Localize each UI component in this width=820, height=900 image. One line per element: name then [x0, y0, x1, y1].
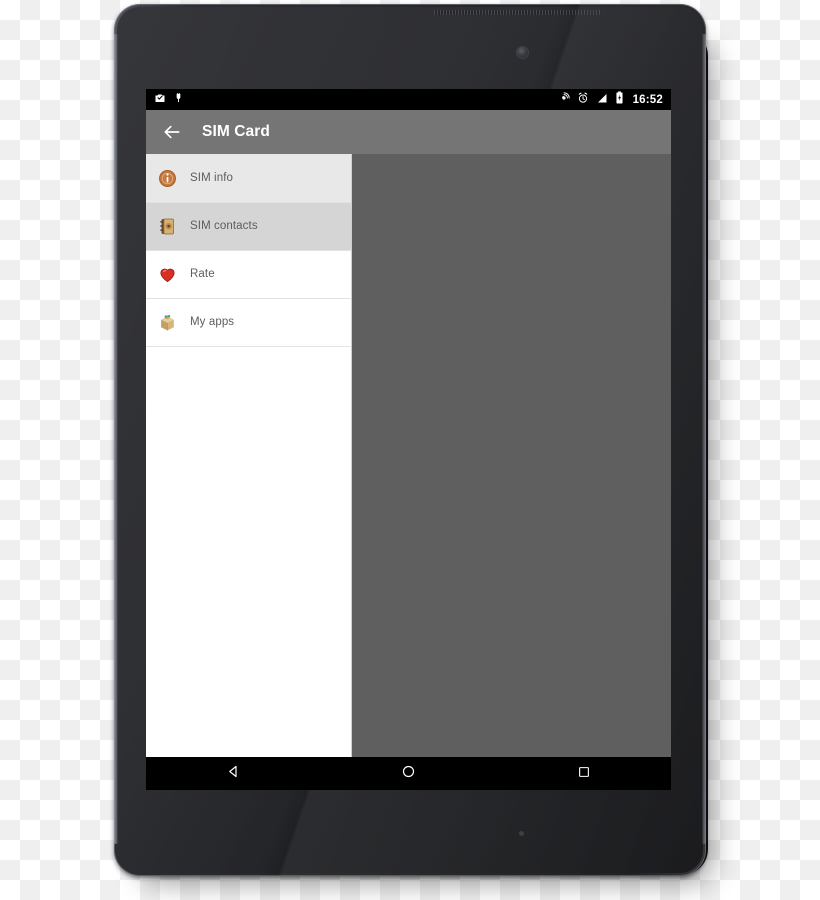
back-arrow-icon[interactable]	[162, 122, 182, 142]
circle-icon	[401, 764, 416, 784]
battery-icon	[615, 90, 624, 109]
screenshot-icon	[154, 91, 166, 109]
square-icon	[577, 765, 591, 784]
device-screen: 16:52 SIM Card SIM info SIM contacts Rat…	[146, 89, 671, 790]
heart-icon	[158, 265, 177, 284]
drawer-bottom-divider	[146, 346, 351, 347]
sidebar-item-sim-contacts[interactable]: SIM contacts	[146, 202, 351, 250]
usb-debug-icon	[173, 91, 184, 109]
package-box-icon	[158, 313, 177, 332]
signal-strength-icon	[596, 91, 608, 109]
sidebar-item-label: SIM info	[190, 172, 233, 184]
speaker-grille	[434, 10, 602, 15]
status-bar: 16:52	[146, 89, 671, 110]
content-pane	[352, 154, 671, 757]
device-left-rail	[114, 34, 118, 844]
screen-body: SIM info SIM contacts Rate My apps	[146, 154, 671, 757]
navigation-drawer: SIM info SIM contacts Rate My apps	[146, 154, 352, 757]
sidebar-item-my-apps[interactable]: My apps	[146, 298, 351, 346]
status-bar-clock: 16:52	[632, 93, 663, 106]
sidebar-item-label: SIM contacts	[190, 220, 258, 232]
triangle-left-icon	[226, 764, 241, 784]
sidebar-item-rate[interactable]: Rate	[146, 250, 351, 298]
home-button[interactable]	[380, 757, 438, 790]
status-bar-right-icons: 16:52	[558, 90, 663, 109]
back-button[interactable]	[205, 757, 263, 790]
sidebar-item-label: My apps	[190, 316, 235, 328]
system-navigation-bar	[146, 757, 671, 790]
recents-button[interactable]	[555, 757, 613, 790]
app-bar: SIM Card	[146, 110, 671, 154]
info-badge-icon	[158, 169, 177, 188]
device-right-rail	[702, 34, 706, 844]
cast-icon	[558, 91, 570, 109]
microphone-hole	[519, 831, 524, 836]
sidebar-item-sim-info[interactable]: SIM info	[146, 154, 351, 202]
address-book-icon	[158, 217, 177, 236]
alarm-clock-icon	[577, 91, 589, 109]
sidebar-item-label: Rate	[190, 268, 215, 280]
status-bar-left-icons	[154, 91, 184, 109]
page-title: SIM Card	[202, 123, 270, 140]
front-camera-icon	[517, 47, 528, 58]
